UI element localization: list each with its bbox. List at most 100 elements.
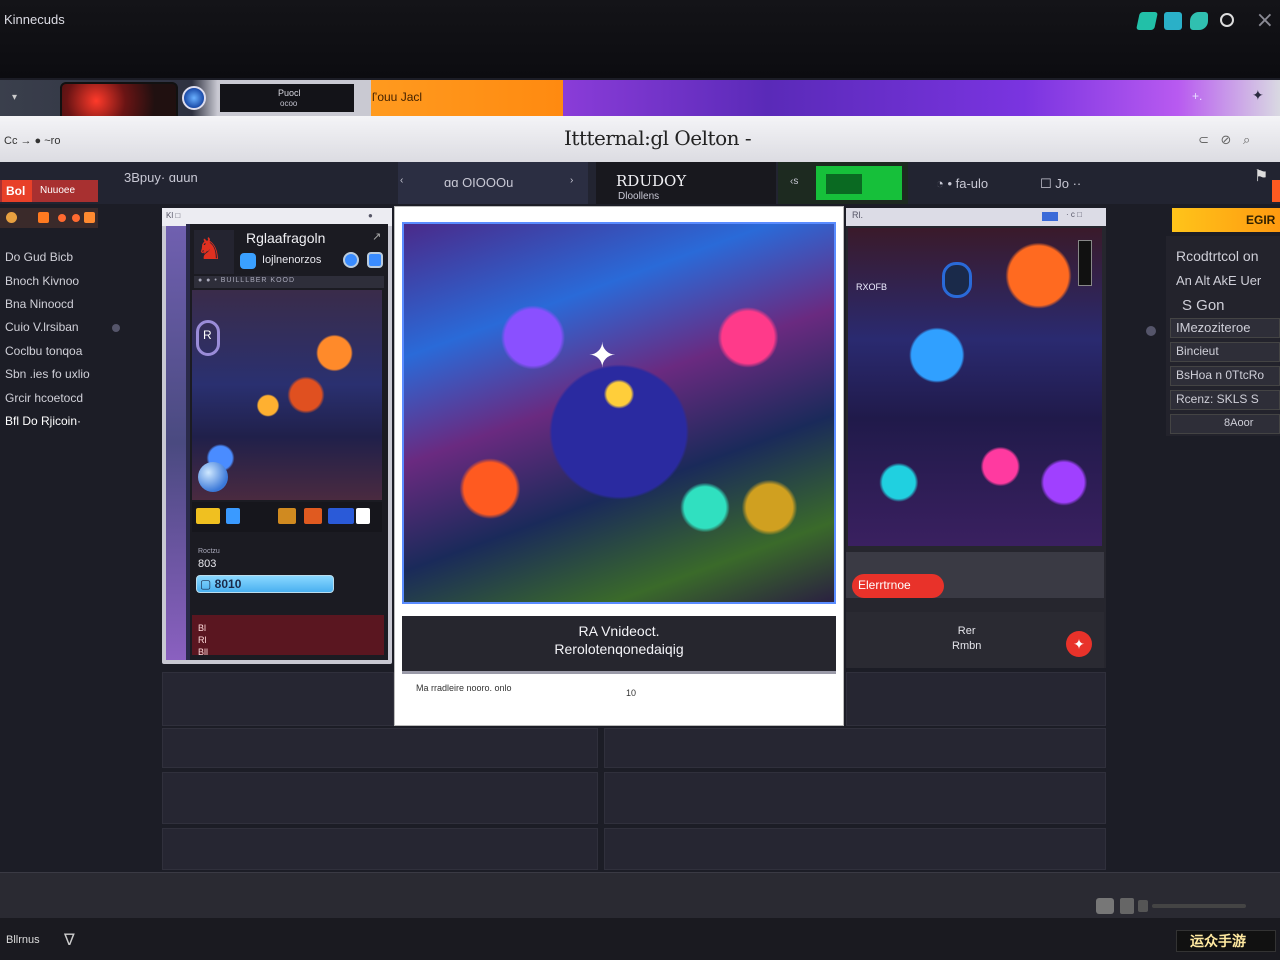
bottom-bar — [0, 872, 1280, 918]
check-icon[interactable] — [196, 508, 220, 524]
media-info-line: Rmbn — [952, 640, 982, 652]
media-info-line: Rer — [957, 625, 976, 637]
nav-left-label[interactable]: 3Bpuy· ɑuun — [124, 170, 198, 185]
blurred-row — [162, 828, 598, 870]
carousel-prev-dot[interactable] — [112, 324, 120, 332]
right-sidebar-header-text: EGIR — [1246, 213, 1276, 227]
blurred-row — [846, 672, 1106, 726]
chevron-right-icon[interactable]: › — [570, 175, 573, 186]
playback-controls[interactable] — [1096, 896, 1246, 916]
sidebar-item[interactable]: Bna Ninoocd — [5, 297, 74, 311]
star-icon[interactable] — [278, 508, 296, 524]
featured-title: RA Vnideoct. — [578, 623, 660, 639]
heart-icon[interactable] — [84, 212, 95, 223]
nav-tab-2-subtitle: Dloollens — [618, 191, 660, 202]
media-artwork[interactable] — [848, 228, 1102, 546]
external-link-icon[interactable]: ↗ — [372, 230, 381, 243]
media-info-text: Rer Rmbn — [952, 624, 981, 654]
phone-footer-line: Bl — [198, 623, 207, 633]
banner-right-glyph[interactable]: +. — [1192, 89, 1202, 103]
phone-footer-line: Rl — [198, 635, 207, 645]
chat-icon[interactable] — [343, 252, 359, 268]
flag-icon[interactable]: ⚑ — [1254, 166, 1268, 186]
phone-footer-text: Bl Rl Bll — [198, 622, 208, 658]
phone-side-stripe — [166, 226, 186, 660]
toolbar-actions[interactable]: ⊂ ⊘ ⌕ — [1198, 132, 1254, 148]
blurred-row — [604, 772, 1106, 824]
globe-icon[interactable] — [182, 86, 206, 110]
app-icon[interactable] — [1136, 12, 1158, 30]
right-sidebar-item[interactable]: IMezoziteroe — [1176, 320, 1250, 335]
media-ring-badge — [942, 262, 972, 298]
blue-tab-icon[interactable] — [328, 508, 354, 524]
status-bar — [0, 918, 1280, 960]
dot-icon[interactable] — [58, 214, 66, 222]
profile-icon[interactable] — [1220, 13, 1234, 27]
green-block-inner — [826, 174, 862, 194]
media-side-tag — [1078, 240, 1092, 286]
toolbar-nav[interactable]: Cc → ● ~ro — [4, 135, 60, 147]
media-panel-topbar-left: Rl. — [852, 210, 863, 220]
app-subtitle: Iojlnenorzos — [262, 254, 322, 266]
phone-topbar-right: ● — [368, 211, 373, 220]
seek-track — [1152, 904, 1246, 908]
banner-label-line2: ocoo — [280, 99, 298, 108]
stat-value: 803 — [198, 558, 217, 570]
left-panel-badge-text: Bol — [6, 184, 26, 198]
featured-footer-text: Ma rradlеire nooro. onlo — [416, 683, 512, 693]
sidebar-item[interactable]: Bnoch Kivnoo — [5, 274, 79, 288]
controller-icon[interactable] — [1190, 12, 1208, 30]
right-sidebar-item[interactable]: Rcenz: SKLS S — [1176, 392, 1259, 406]
close-icon[interactable]: × — [1256, 8, 1274, 33]
status-dot-icon[interactable] — [6, 212, 17, 223]
chevron-down-icon[interactable]: ▾ — [12, 92, 17, 103]
grid-icon[interactable] — [1164, 12, 1182, 30]
blurred-row — [162, 772, 598, 824]
chevron-left-icon[interactable]: ‹ — [400, 175, 403, 186]
media-action-button[interactable]: Elerrtrnoe — [852, 574, 944, 598]
fire-icon[interactable] — [304, 508, 322, 524]
bird-icon: ✦ — [588, 336, 617, 376]
sidebar-item[interactable]: Bfl Do Rjicoin· — [5, 414, 81, 428]
category-icon — [240, 253, 256, 269]
media-panel-topbar-right: · с □ — [1066, 210, 1082, 219]
right-sidebar-item[interactable]: Rcodtrtcol on — [1176, 248, 1258, 264]
status-left-text[interactable]: Bllrnus — [6, 934, 40, 946]
sidebar-item[interactable]: Do Gud Bicb — [5, 250, 73, 264]
control-icon — [1138, 900, 1148, 912]
right-sidebar-item[interactable]: 8Aoor — [1224, 417, 1253, 429]
featured-artwork[interactable] — [402, 222, 836, 604]
sidebar-item[interactable]: Sbn .ies fo uxlio — [5, 367, 90, 381]
right-sidebar-item[interactable]: Bincieut — [1176, 344, 1219, 358]
nav-tab-1-label: ɑɑ OIOOOu — [444, 175, 514, 190]
phone-info-text: ● ● • BUILLLBER KOOD — [198, 277, 296, 284]
featured-footer-count: 10 — [626, 688, 637, 698]
title-bar — [0, 0, 1280, 78]
featured-subtitle: Rerolotenqonedaiqig — [554, 641, 684, 657]
nav-right-label-2[interactable]: ☐ Jo ·· — [1040, 176, 1081, 192]
stat-label: Roctzu — [198, 548, 220, 555]
favorite-button[interactable]: ✦ — [1066, 631, 1092, 657]
blurred-row — [162, 728, 598, 768]
media-panel-tab[interactable] — [1042, 212, 1058, 221]
carousel-next-dot[interactable] — [1146, 326, 1156, 336]
right-sidebar-item[interactable]: An Alt AkE Uer — [1176, 273, 1261, 288]
download-icon[interactable] — [356, 508, 370, 524]
share-icon[interactable] — [367, 252, 383, 268]
right-sidebar-item[interactable]: BsHoa n 0TtcRo — [1176, 368, 1264, 382]
sidebar-item[interactable]: Coclbu tonqoa — [5, 344, 82, 358]
sidebar-item[interactable]: Grcir hcoetocd — [5, 391, 83, 405]
blurred-row — [604, 728, 1106, 768]
nav-right-label[interactable]: ◔ • fa-ulo — [936, 176, 988, 191]
dot-icon[interactable] — [72, 214, 80, 222]
tag-icon[interactable] — [226, 508, 240, 524]
sparkle-icon[interactable]: ✦ — [1252, 87, 1264, 104]
progress-text: ▢ 8010 — [200, 577, 242, 591]
control-icon — [1120, 898, 1134, 914]
featured-caption[interactable]: RA Vnideoct. Rerolotenqonedaiqig — [402, 616, 836, 674]
sidebar-item[interactable]: Cuio V.lrsiban — [5, 320, 79, 334]
shield-icon[interactable] — [38, 212, 49, 223]
right-sidebar-item[interactable]: S Gon — [1182, 297, 1225, 314]
filter-icon[interactable]: ∇ — [64, 930, 75, 950]
app-title: Kinnecuds — [4, 12, 65, 27]
